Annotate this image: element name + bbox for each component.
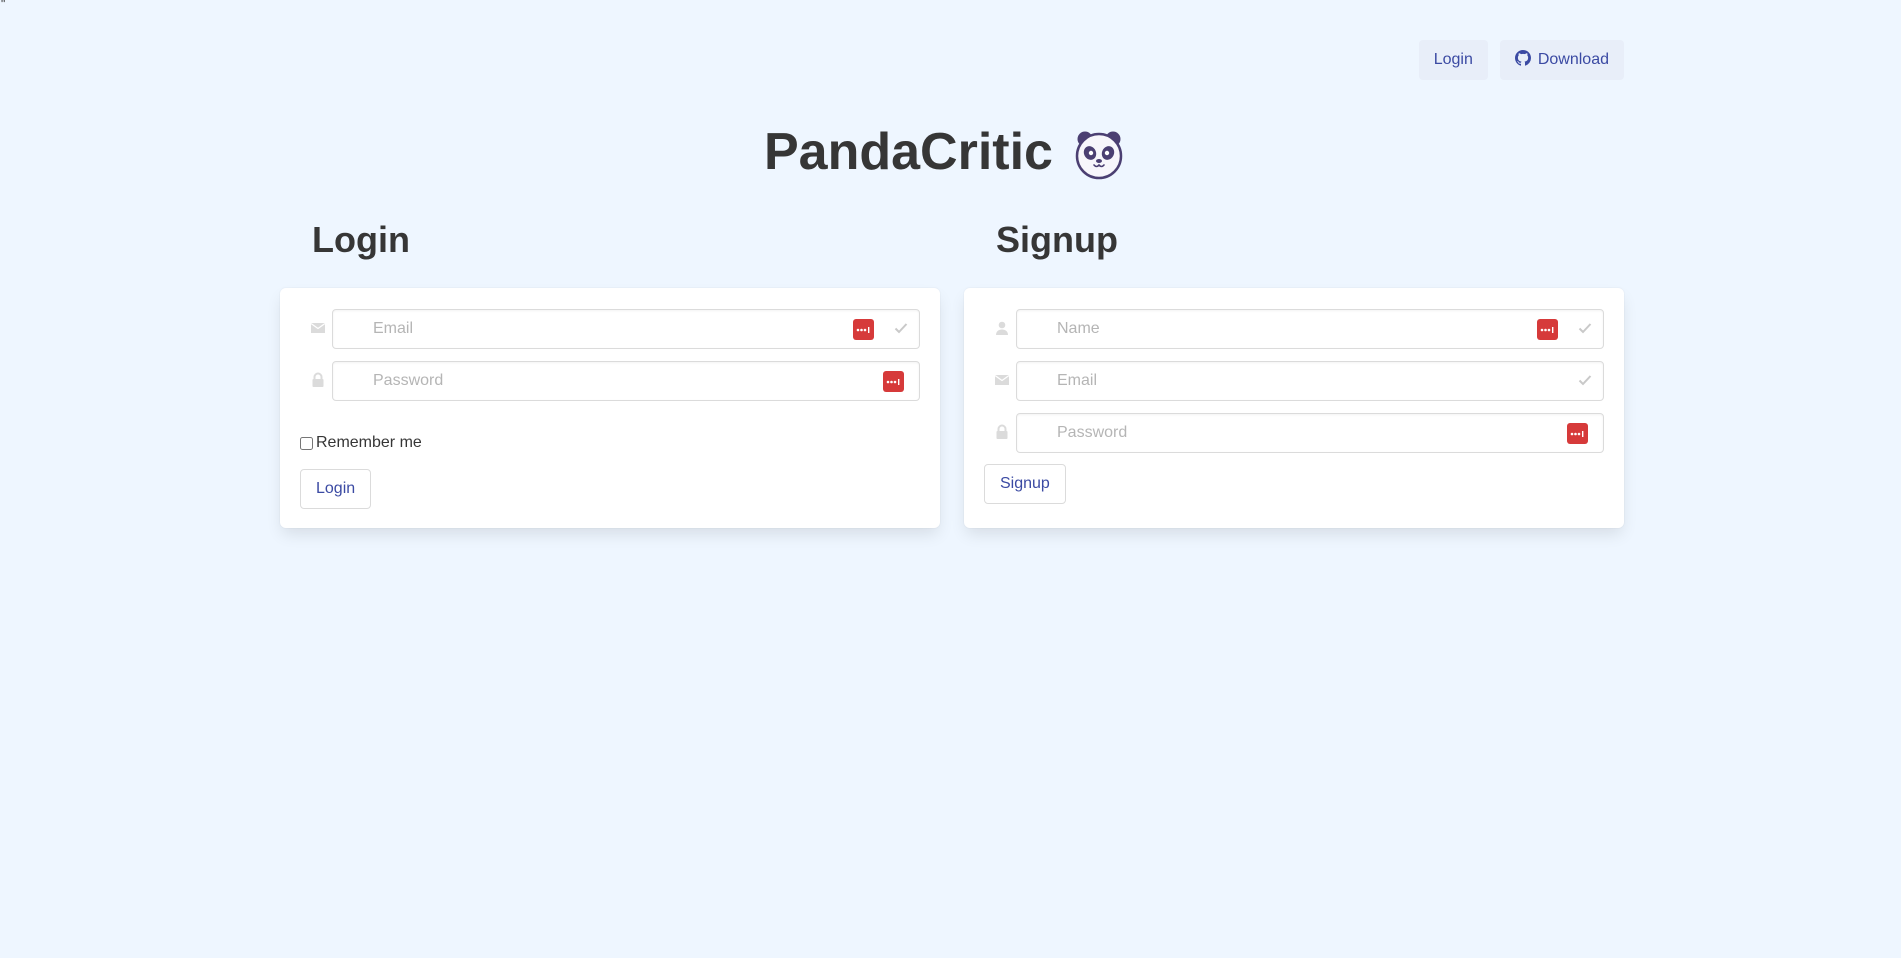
nav-download-button[interactable]: Download	[1499, 40, 1624, 80]
check-icon	[894, 321, 908, 335]
password-manager-icon[interactable]	[883, 371, 904, 392]
nav-login-label: Login	[1433, 51, 1473, 68]
login-password-field	[300, 361, 920, 401]
github-icon	[1514, 49, 1531, 71]
remember-me[interactable]: Remember me	[300, 434, 422, 452]
brand-header: PandaCritic	[0, 122, 1901, 182]
page-title: PandaCritic	[764, 123, 1053, 181]
panda-icon	[1073, 128, 1125, 180]
signup-heading: Signup	[996, 219, 1118, 260]
lock-icon	[310, 372, 326, 388]
login-card: Remember me Login	[280, 288, 940, 528]
signup-email-field	[984, 361, 1604, 401]
login-heading: Login	[312, 219, 410, 260]
top-navigation: Login Download	[1418, 40, 1624, 80]
envelope-icon	[994, 372, 1010, 388]
password-manager-icon[interactable]	[1567, 423, 1588, 444]
user-icon	[994, 320, 1010, 336]
signup-password-input[interactable]	[1016, 413, 1604, 453]
signup-submit-button[interactable]: Signup	[984, 464, 1066, 504]
nav-login-button[interactable]: Login	[1418, 40, 1488, 80]
signup-name-field	[984, 309, 1604, 349]
check-icon	[1578, 373, 1592, 387]
signup-card: Signup	[964, 288, 1624, 528]
envelope-icon	[310, 320, 326, 336]
remember-me-checkbox[interactable]	[300, 436, 313, 450]
login-submit-button[interactable]: Login	[300, 469, 372, 509]
signup-email-input[interactable]	[1016, 361, 1604, 401]
signup-password-field	[984, 413, 1604, 453]
check-icon	[1578, 321, 1592, 335]
password-manager-icon[interactable]	[1537, 319, 1558, 340]
login-email-input[interactable]	[332, 309, 920, 349]
lock-icon	[994, 424, 1010, 440]
login-password-input[interactable]	[332, 361, 920, 401]
nav-download-label: Download	[1537, 51, 1609, 68]
stray-quote-mark: "	[1, 0, 6, 11]
signup-name-input[interactable]	[1016, 309, 1604, 349]
login-email-field	[300, 309, 920, 349]
remember-me-label: Remember me	[316, 434, 422, 451]
password-manager-icon[interactable]	[853, 319, 874, 340]
